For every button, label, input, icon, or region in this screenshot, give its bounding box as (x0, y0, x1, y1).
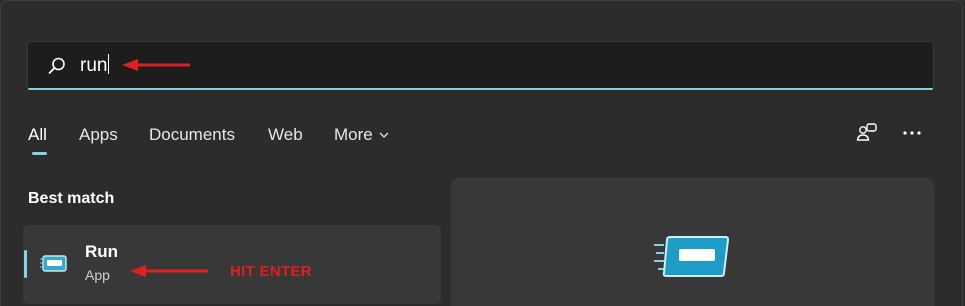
tab-documents[interactable]: Documents (149, 124, 235, 146)
result-type: App (85, 267, 110, 283)
tab-more[interactable]: More (334, 124, 389, 146)
chevron-down-icon (379, 132, 389, 138)
search-icon (48, 57, 65, 74)
annotation-arrow-search (122, 59, 190, 71)
text-caret (108, 54, 110, 74)
result-selection-accent (24, 250, 27, 278)
result-name: Run (85, 242, 119, 261)
annotation-arrow-result (130, 265, 208, 277)
best-match-heading: Best match (28, 190, 115, 207)
tab-web[interactable]: Web (268, 124, 303, 146)
tab-all[interactable]: All (28, 124, 47, 146)
annotation-hit-enter: HIT ENTER (230, 263, 312, 280)
ellipsis-icon[interactable] (900, 121, 924, 145)
run-app-large-icon (654, 236, 730, 277)
tab-more-label: More (334, 125, 373, 144)
person-switch-icon[interactable] (855, 121, 879, 145)
search-focus-underline (28, 88, 933, 90)
active-tab-indicator (32, 152, 47, 155)
search-input[interactable]: run (80, 54, 110, 78)
start-search-window: run All Apps Documents Web More Best mat… (0, 0, 965, 306)
run-app-icon (40, 255, 67, 272)
search-query: run (80, 55, 108, 76)
tab-apps[interactable]: Apps (79, 124, 118, 146)
